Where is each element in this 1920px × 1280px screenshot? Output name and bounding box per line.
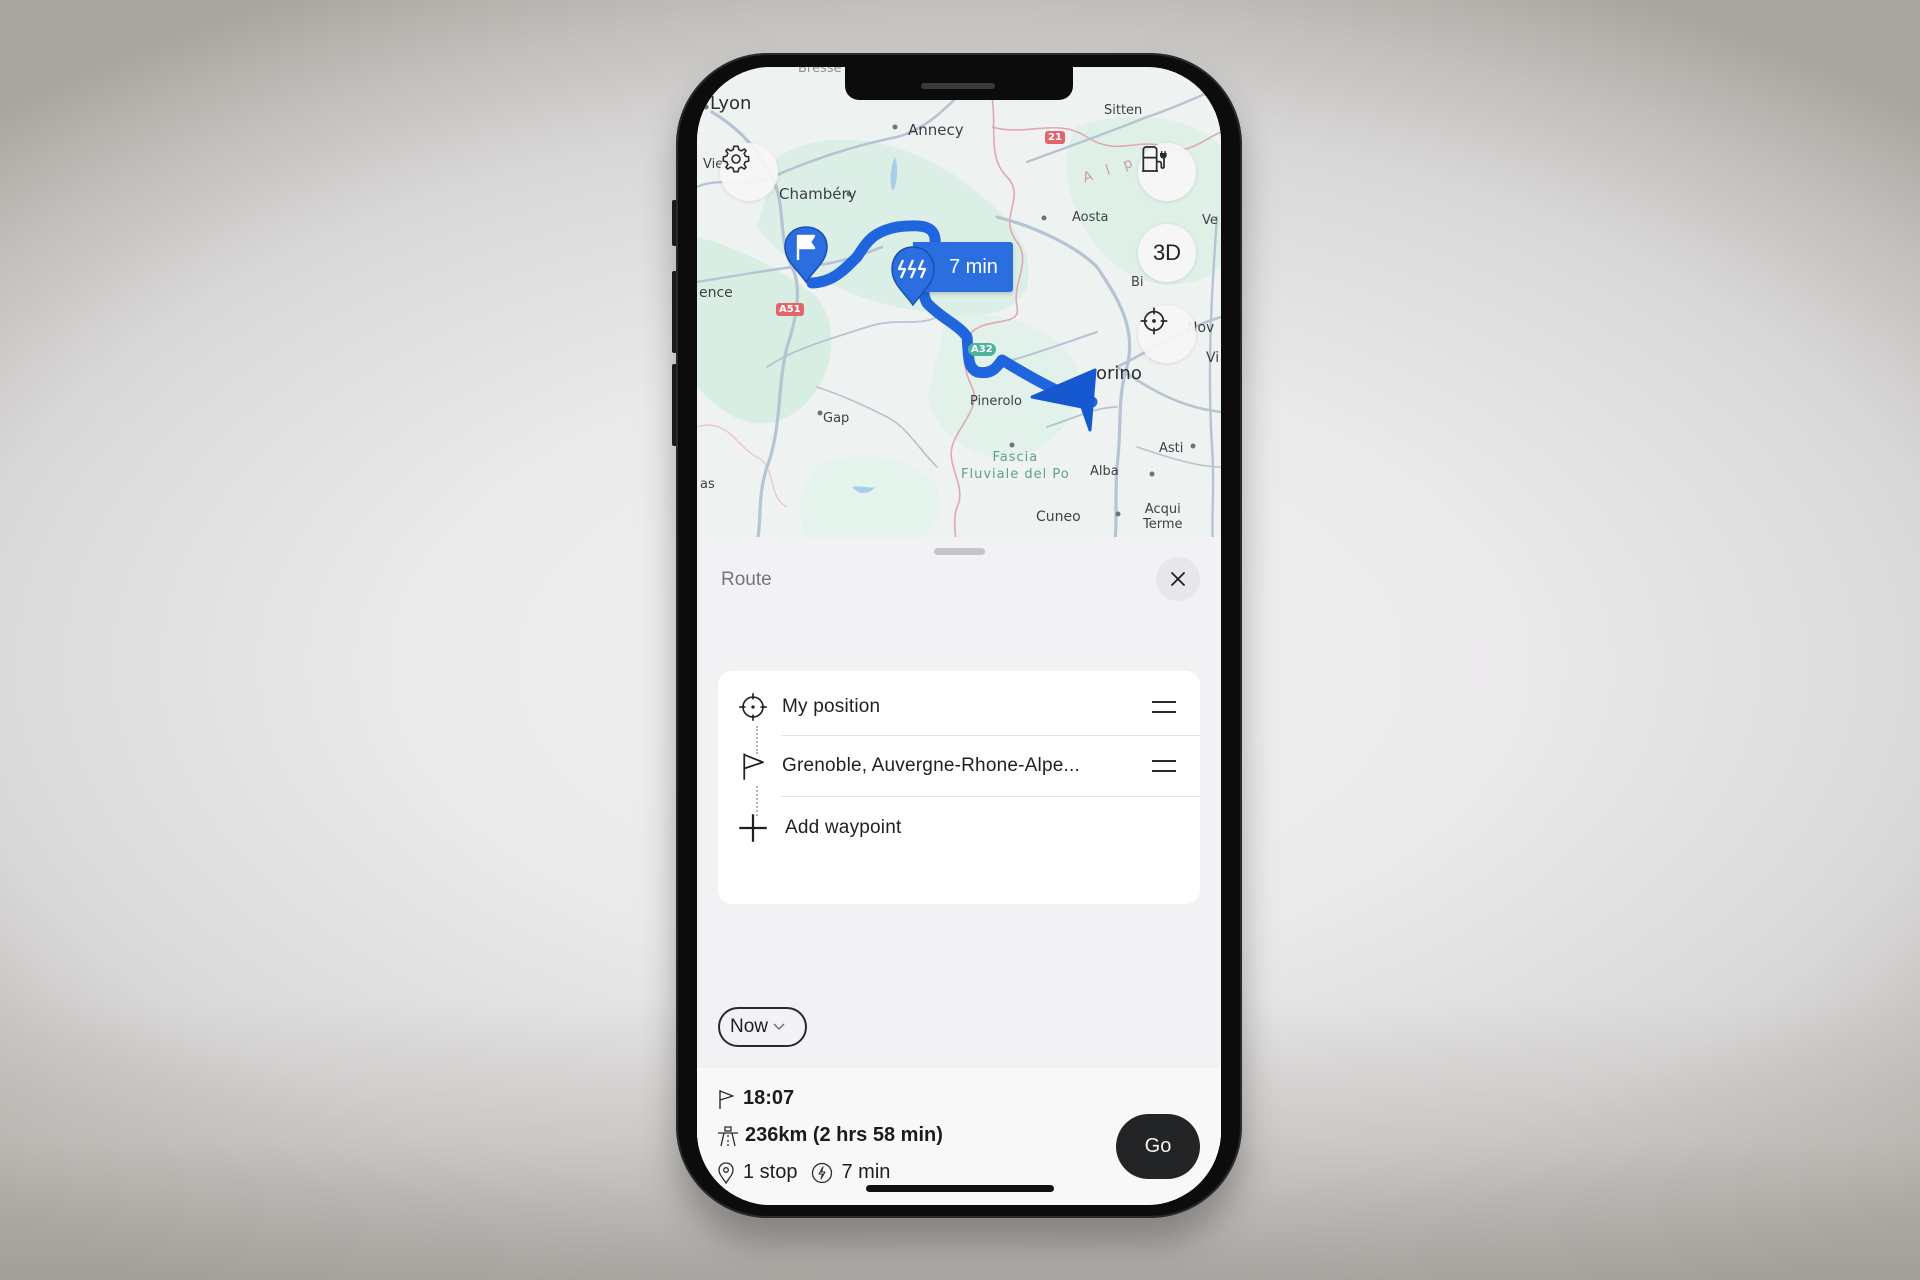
fast-charge-icon — [897, 259, 927, 279]
plus-icon — [736, 811, 770, 845]
charging-bolt-icon — [812, 1162, 833, 1183]
crosshair-icon — [1140, 307, 1168, 335]
map-label-torino: orino — [1096, 363, 1142, 384]
distance-duration: 236km (2 hrs 58 min) — [745, 1124, 943, 1146]
road-badge-a32: A32 — [968, 343, 996, 356]
charging-stations-button[interactable] — [1138, 143, 1196, 201]
map-label-sitten: Sitten — [1104, 103, 1143, 118]
map-label-cuneo: Cuneo — [1036, 509, 1081, 525]
map-label-aosta: Aosta — [1072, 210, 1109, 225]
arrival-time: 18:07 — [743, 1087, 795, 1109]
drag-handle-icon[interactable] — [1152, 760, 1176, 772]
route-sheet: Route My position Grenoble, Auvergne-Rho… — [697, 537, 1221, 1205]
map-label-asti: Asti — [1159, 441, 1184, 456]
stops-line: 1 stop 7 min — [717, 1161, 890, 1184]
town-dot — [1149, 471, 1155, 477]
map-label-bresse: Bresse — [798, 67, 842, 76]
flag-icon — [719, 1089, 734, 1109]
3d-view-button[interactable]: 3D — [1138, 224, 1196, 282]
sheet-drag-handle[interactable] — [934, 548, 985, 555]
flag-icon — [736, 749, 770, 783]
map-view[interactable]: 7 min Bresse Lyon Vien. Annecy Sitten Ch… — [697, 67, 1221, 543]
map-label-valence: ence — [699, 285, 733, 301]
add-waypoint-button[interactable]: Add waypoint — [718, 792, 1200, 864]
chevron-down-icon — [773, 1023, 785, 1030]
sheet-title: Route — [721, 569, 772, 590]
map-label-chambery: Chambéry — [779, 185, 857, 203]
waypoint-label: Grenoble, Auvergne-Rhone-Alpe... — [782, 755, 1080, 776]
crosshair-icon — [736, 690, 770, 724]
map-label-alba: Alba — [1090, 464, 1119, 479]
terrain-area — [800, 456, 940, 543]
map-label-gap: Gap — [823, 411, 850, 426]
map-label-acqui-terme: Acqui Terme — [1143, 502, 1183, 532]
drag-handle-icon[interactable] — [1152, 701, 1176, 713]
map-label-annecy: Annecy — [908, 121, 964, 139]
road-badge-a51: A51 — [776, 303, 804, 316]
3d-label: 3D — [1152, 240, 1182, 265]
departure-time-select[interactable]: Now — [718, 1007, 807, 1047]
town-dot — [892, 124, 898, 130]
charge-stop-marker[interactable] — [889, 239, 939, 309]
add-waypoint-label: Add waypoint — [785, 817, 902, 838]
road — [816, 386, 938, 468]
gear-icon — [722, 145, 750, 173]
home-indicator[interactable] — [866, 1185, 1054, 1192]
map-label-lyon: Lyon — [710, 93, 752, 114]
arrival-line: 18:07 — [717, 1087, 794, 1110]
map-label-pinerolo: Pinerolo — [970, 394, 1022, 409]
waypoint-label: My position — [782, 696, 881, 717]
phone-screen: 7 min Bresse Lyon Vien. Annecy Sitten Ch… — [697, 67, 1221, 1205]
distance-line: 236km (2 hrs 58 min) — [717, 1124, 943, 1147]
town-dot — [1190, 443, 1196, 449]
charging-station-icon — [1142, 146, 1167, 172]
map-label-bi: Bi — [1131, 275, 1144, 290]
town-dot — [817, 410, 823, 416]
map-label-as: as — [700, 477, 715, 492]
settings-button[interactable] — [720, 143, 778, 201]
town-dot — [703, 104, 709, 110]
notch — [845, 67, 1073, 100]
charge-stop-duration: 7 min — [949, 255, 998, 278]
charge-time: 7 min — [841, 1161, 891, 1183]
location-pin-icon — [718, 1161, 734, 1184]
road-badge-21: 21 — [1045, 131, 1065, 144]
close-icon — [1171, 572, 1185, 586]
town-dot — [1041, 215, 1047, 221]
map-label-vi: Vi — [1206, 350, 1220, 366]
town-dot — [1009, 442, 1015, 448]
departure-time-value: Now — [730, 1016, 769, 1037]
highway-icon — [718, 1125, 738, 1146]
speaker-grille — [921, 83, 995, 89]
waypoints-card: My position Grenoble, Auvergne-Rhone-Alp… — [718, 671, 1200, 904]
map-label-ve: Ve — [1202, 213, 1218, 228]
recenter-button[interactable] — [1138, 305, 1196, 363]
town-dot — [1115, 511, 1121, 517]
go-button[interactable]: Go — [1116, 1114, 1200, 1179]
map-label-park: Fascia Fluviale del Po — [961, 450, 1070, 482]
close-button[interactable] — [1156, 557, 1200, 601]
stop-count: 1 stop — [743, 1161, 798, 1183]
